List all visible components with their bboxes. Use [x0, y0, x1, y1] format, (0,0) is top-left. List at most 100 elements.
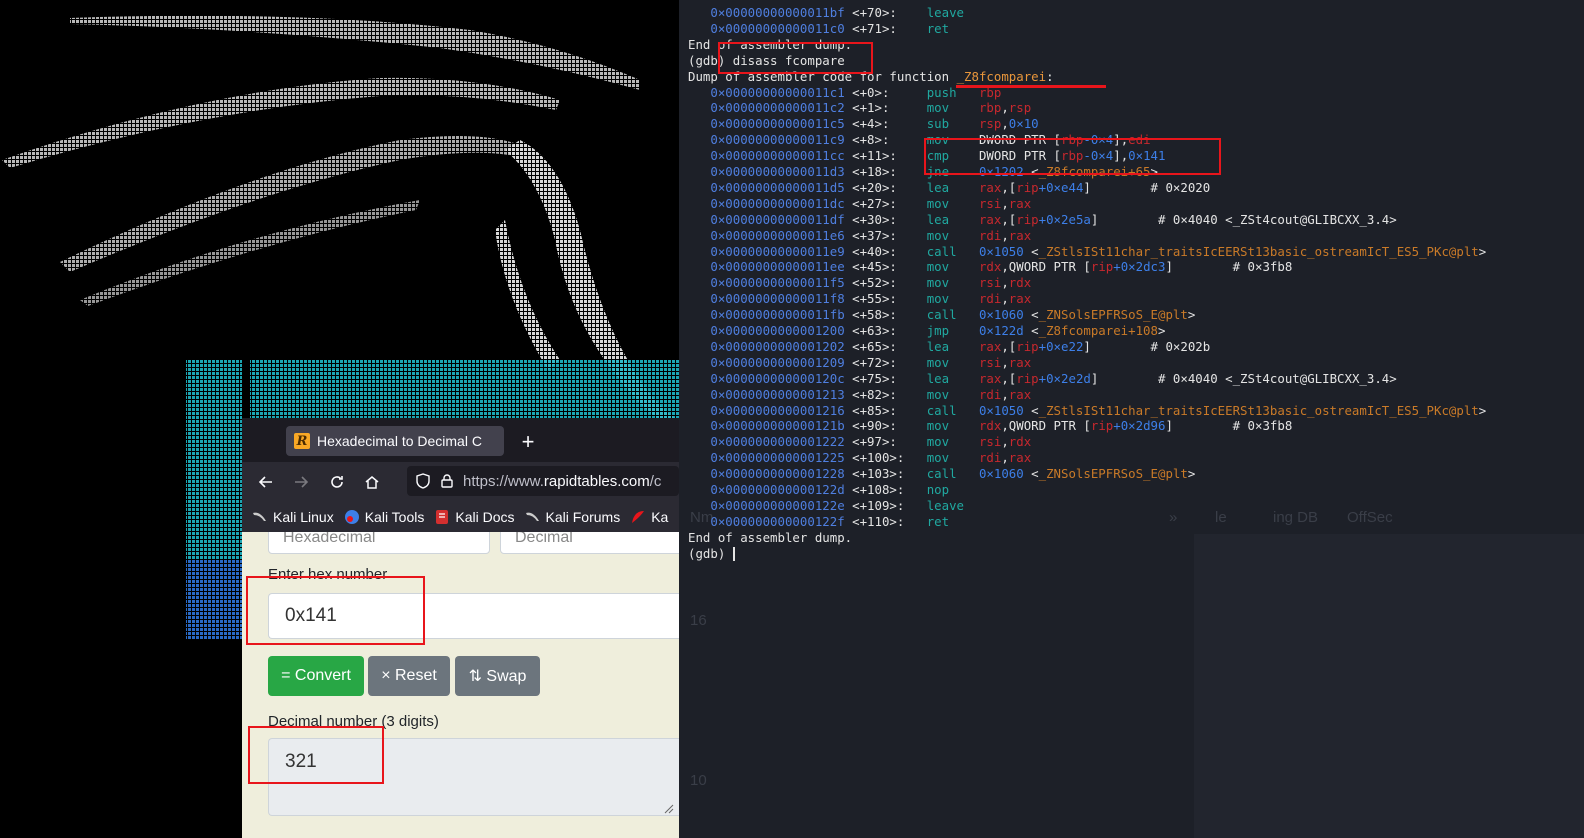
terminal-token: +0×2d96: [1113, 418, 1166, 434]
bookmark-kali-docs[interactable]: Kali Docs: [434, 509, 515, 525]
lock-icon[interactable]: [439, 473, 455, 489]
hex-number-input[interactable]: 0x141: [268, 593, 679, 639]
reset-button[interactable]: × Reset: [368, 656, 450, 696]
terminal-token: ,: [1001, 450, 1009, 466]
tab-hex-to-decimal[interactable]: R Hexadecimal to Decimal C: [286, 426, 504, 456]
terminal-token: <: [1031, 164, 1039, 179]
bookmark-label: Kali Tools: [364, 509, 425, 525]
terminal-token: call: [926, 307, 979, 323]
terminal-token: 0×1050: [978, 243, 1032, 259]
terminal-token: <+108>:: [844, 482, 927, 497]
forward-button[interactable]: [287, 468, 315, 496]
terminal-token: ,: [1001, 100, 1009, 116]
terminal-token: >: [1187, 307, 1196, 323]
terminal-token: rip: [1016, 179, 1039, 195]
terminal-token: +0×2e5a: [1038, 211, 1091, 227]
to-base-select[interactable]: Decimal: [500, 532, 679, 554]
from-base-select[interactable]: Hexadecimal: [268, 532, 490, 554]
terminal-token: rdx: [978, 259, 1002, 275]
terminal-line: 0×00000000000011e9 <+40>: call 0×1050 <_…: [688, 244, 1486, 260]
url-bar[interactable]: https://www.rapidtables.com/c: [407, 466, 679, 496]
terminal-token: nop: [926, 482, 950, 497]
terminal-token: mov: [926, 100, 979, 116]
terminal-line: 0×000000000000122e <+109>: leave: [688, 498, 964, 514]
terminal-token: call: [926, 402, 979, 418]
terminal-token: rax: [1008, 354, 1032, 370]
kali-dragon-icon: [525, 509, 541, 525]
terminal-line: 0×00000000000011c2 <+1>: mov rbp,rsp: [688, 100, 1031, 116]
terminal-line: 0×0000000000001228 <+103>: call 0×1060 <…: [688, 466, 1195, 482]
terminal-line: 0×0000000000001216 <+85>: call 0×1050 <_…: [688, 403, 1486, 419]
decimal-result-output[interactable]: 321: [268, 738, 679, 816]
bookmark-offsec[interactable]: Ka: [630, 509, 668, 525]
terminal-line: End of assembler dump.: [688, 37, 852, 53]
terminal-token: <+40>:: [844, 243, 927, 259]
terminal-line: End of assembler dump.: [688, 530, 852, 546]
terminal-line: 0×00000000000011fb <+58>: call 0×1060 <_…: [688, 307, 1195, 323]
terminal-token: 0×00000000000011c5: [688, 116, 845, 132]
terminal-token: ,[: [1001, 370, 1017, 386]
terminal-token: rdx: [1008, 275, 1032, 291]
terminal-token: <+18>:: [844, 164, 927, 179]
ghost-text-6: 16: [690, 612, 707, 629]
terminal-line: (gdb): [688, 546, 735, 562]
ghost-text-7: 10: [690, 772, 707, 789]
terminal-token: <+82>:: [844, 386, 927, 402]
terminal-token: rbp: [1061, 148, 1084, 164]
firefox-window: R Hexadecimal to Decimal C + https://www…: [242, 418, 679, 838]
terminal-token: # 0×2020: [1150, 179, 1211, 195]
swap-button[interactable]: ⇅ Swap: [455, 656, 540, 696]
convert-button[interactable]: = Convert: [268, 656, 364, 696]
gdb-terminal[interactable]: Nm le ing DB OffSec » 16 10 0×0000000000…: [679, 0, 1584, 838]
terminal-token: 0×000000000000122e: [688, 497, 845, 513]
tracking-shield-icon[interactable]: [415, 473, 431, 489]
textarea-resize-grip-icon[interactable]: [662, 802, 674, 814]
new-tab-button[interactable]: +: [514, 428, 542, 456]
back-button[interactable]: [252, 468, 280, 496]
terminal-token: call: [926, 243, 979, 259]
terminal-token: 0×00000000000011f8: [688, 291, 845, 307]
terminal-token: +0×2dc3: [1113, 259, 1166, 275]
terminal-token: mov: [926, 354, 979, 370]
bookmark-kali-forums[interactable]: Kali Forums: [525, 509, 621, 525]
terminal-token: <+55>:: [844, 291, 927, 307]
terminal-token: End of assembler dump.: [688, 36, 853, 52]
terminal-token: ]: [1090, 370, 1158, 386]
terminal-token: rip: [1016, 211, 1039, 227]
offsec-icon: [630, 509, 646, 525]
terminal-token: 0×0000000000001228: [688, 466, 845, 482]
home-button[interactable]: [358, 468, 386, 496]
converter-page: Hexadecimal Decimal Enter hex number 0x1…: [242, 532, 679, 838]
background-window-ghost: [1194, 534, 1584, 838]
terminal-token: rdi: [978, 291, 1002, 307]
terminal-token: _Z8fcomparei+108: [1038, 323, 1158, 338]
terminal-token: <+65>:: [844, 338, 927, 354]
terminal-token: <+70>:: [844, 5, 927, 20]
terminal-token: rsp: [1008, 100, 1032, 116]
terminal-token: 0×00000000000011bf: [688, 5, 845, 20]
terminal-token: <+4>:: [844, 116, 927, 132]
terminal-token: 0×122d: [978, 323, 1032, 338]
bookmark-kali-linux[interactable]: Kali Linux: [252, 509, 334, 525]
terminal-token: rax: [1008, 195, 1032, 211]
terminal-token: ,[: [1001, 179, 1017, 195]
terminal-token: # 0×4040 <_ZSt4cout@GLIBCXX_3.4>: [1158, 211, 1397, 227]
bookmark-label: Kali Forums: [545, 509, 621, 525]
rapidtables-favicon-icon: R: [294, 433, 310, 449]
ghost-text-5: »: [1169, 509, 1178, 526]
terminal-token: ,: [1001, 291, 1009, 307]
terminal-line: 0×000000000000122f <+110>: ret: [688, 514, 949, 530]
terminal-token: <+97>:: [844, 434, 927, 450]
terminal-token: ,QWORD PTR [: [1001, 418, 1091, 434]
bookmark-kali-tools[interactable]: Kali Tools: [344, 509, 425, 525]
terminal-token: mov: [926, 259, 979, 275]
terminal-token: <+85>:: [844, 402, 927, 418]
terminal-token: rip: [1016, 338, 1039, 354]
url-domain: rapidtables.com: [543, 472, 650, 490]
terminal-token: ,: [1001, 386, 1009, 402]
terminal-line: 0×00000000000011dc <+27>: mov rsi,rax: [688, 196, 1031, 212]
terminal-token: mov: [926, 434, 979, 450]
terminal-token: ,: [1001, 227, 1009, 243]
reload-button[interactable]: [323, 468, 351, 496]
terminal-line: 0×00000000000011d5 <+20>: lea rax,[rip+0…: [688, 180, 1210, 196]
